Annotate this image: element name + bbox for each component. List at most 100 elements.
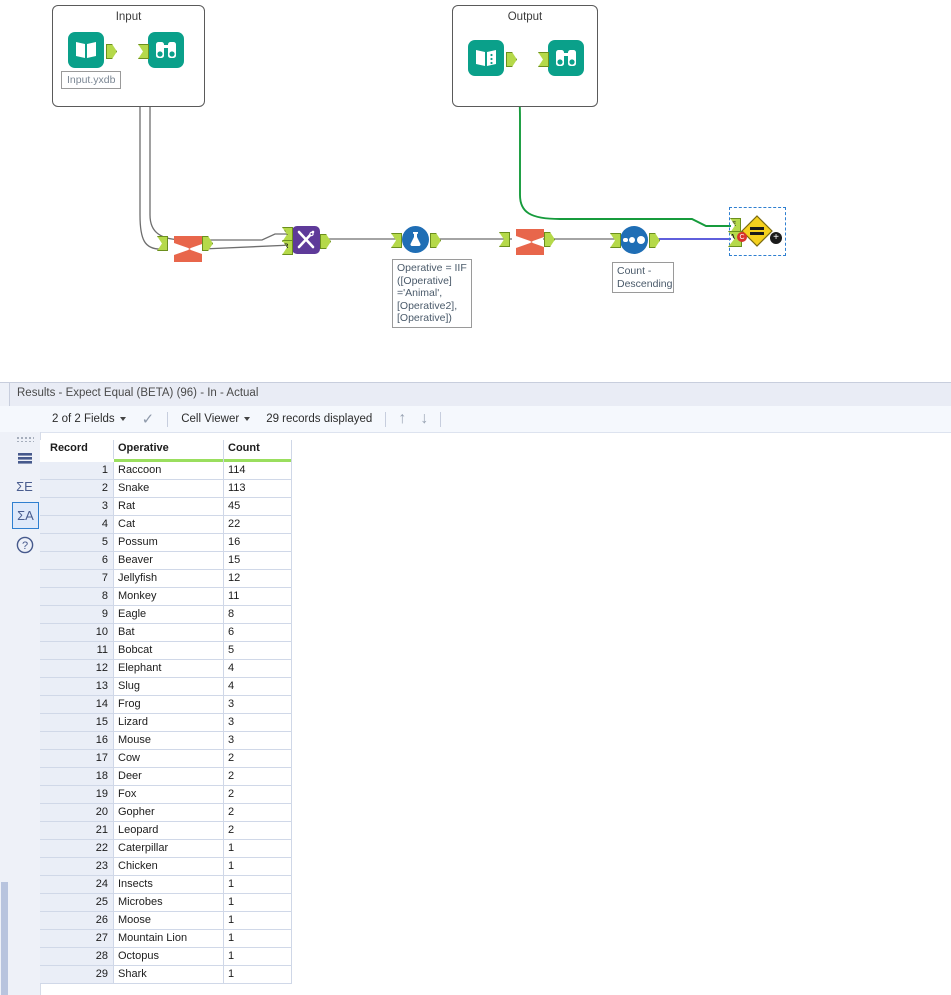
cell-count[interactable]: 16 [224, 534, 292, 552]
tool-summarize-2[interactable] [499, 224, 555, 260]
table-row[interactable]: 8 Monkey 11 [40, 588, 292, 606]
table-row[interactable]: 27 Mountain Lion 1 [40, 930, 292, 948]
cell-count[interactable]: 2 [224, 786, 292, 804]
table-row[interactable]: 22 Caterpillar 1 [40, 840, 292, 858]
tool-formula[interactable] [391, 226, 441, 253]
cell-record[interactable]: 16 [40, 732, 114, 750]
cell-operative[interactable]: Shark [114, 966, 224, 984]
cell-count[interactable]: 3 [224, 732, 292, 750]
cell-record[interactable]: 2 [40, 480, 114, 498]
cell-operative[interactable]: Mountain Lion [114, 930, 224, 948]
cell-record[interactable]: 28 [40, 948, 114, 966]
cell-operative[interactable]: Monkey [114, 588, 224, 606]
arrow-down-icon[interactable]: ↓ [413, 411, 435, 427]
rail-grip[interactable] [16, 436, 34, 442]
cell-record[interactable]: 26 [40, 912, 114, 930]
cell-operative[interactable]: Raccoon [114, 462, 224, 480]
cell-operative[interactable]: Snake [114, 480, 224, 498]
cell-record[interactable]: 19 [40, 786, 114, 804]
cell-operative[interactable]: Eagle [114, 606, 224, 624]
cell-count[interactable]: 4 [224, 660, 292, 678]
cell-count[interactable]: 2 [224, 804, 292, 822]
cell-record[interactable]: 3 [40, 498, 114, 516]
tool-browse-output[interactable] [538, 40, 584, 76]
table-row[interactable]: 20 Gopher 2 [40, 804, 292, 822]
cell-count[interactable]: 1 [224, 948, 292, 966]
fields-selector[interactable]: 2 of 2 Fields [44, 406, 134, 432]
cell-count[interactable]: 5 [224, 642, 292, 660]
tool-summarize-1[interactable] [157, 231, 213, 267]
table-row[interactable]: 6 Beaver 15 [40, 552, 292, 570]
cell-operative[interactable]: Bat [114, 624, 224, 642]
tool-input-data[interactable] [68, 32, 117, 68]
cell-count[interactable]: 11 [224, 588, 292, 606]
cell-record[interactable]: 20 [40, 804, 114, 822]
table-row[interactable]: 7 Jellyfish 12 [40, 570, 292, 588]
table-row[interactable]: 17 Cow 2 [40, 750, 292, 768]
table-row[interactable]: 28 Octopus 1 [40, 948, 292, 966]
cell-record[interactable]: 4 [40, 516, 114, 534]
cell-record[interactable]: 13 [40, 678, 114, 696]
rail-item-help[interactable]: ? [12, 532, 37, 557]
column-header-operative[interactable]: Operative [114, 440, 224, 459]
cell-operative[interactable]: Chicken [114, 858, 224, 876]
cell-record[interactable]: 11 [40, 642, 114, 660]
tool-text-input[interactable] [468, 40, 517, 76]
cell-record[interactable]: 12 [40, 660, 114, 678]
cell-operative[interactable]: Mouse [114, 732, 224, 750]
table-row[interactable]: 1 Raccoon 114 [40, 462, 292, 480]
cell-count[interactable]: 113 [224, 480, 292, 498]
cell-count[interactable]: 2 [224, 768, 292, 786]
cell-operative[interactable]: Elephant [114, 660, 224, 678]
cell-operative[interactable]: Moose [114, 912, 224, 930]
cell-count[interactable]: 2 [224, 750, 292, 768]
cell-record[interactable]: 14 [40, 696, 114, 714]
table-row[interactable]: 21 Leopard 2 [40, 822, 292, 840]
apply-fields-button[interactable]: ✓ [134, 406, 163, 432]
cell-operative[interactable]: Beaver [114, 552, 224, 570]
cell-count[interactable]: 1 [224, 894, 292, 912]
table-row[interactable]: 3 Rat 45 [40, 498, 292, 516]
table-row[interactable]: 29 Shark 1 [40, 966, 292, 984]
cell-count[interactable]: 1 [224, 876, 292, 894]
table-row[interactable]: 25 Microbes 1 [40, 894, 292, 912]
cell-count[interactable]: 45 [224, 498, 292, 516]
table-row[interactable]: 5 Possum 16 [40, 534, 292, 552]
cell-count[interactable]: 22 [224, 516, 292, 534]
scrollbar-thumb[interactable] [1, 882, 8, 995]
cell-operative[interactable]: Caterpillar [114, 840, 224, 858]
table-row[interactable]: 18 Deer 2 [40, 768, 292, 786]
cell-record[interactable]: 9 [40, 606, 114, 624]
table-row[interactable]: 16 Mouse 3 [40, 732, 292, 750]
cell-operative[interactable]: Bobcat [114, 642, 224, 660]
table-row[interactable]: 4 Cat 22 [40, 516, 292, 534]
cell-record[interactable]: 25 [40, 894, 114, 912]
cell-record[interactable]: 10 [40, 624, 114, 642]
table-row[interactable]: 23 Chicken 1 [40, 858, 292, 876]
cell-count[interactable]: 8 [224, 606, 292, 624]
cell-record[interactable]: 5 [40, 534, 114, 552]
cell-record[interactable]: 22 [40, 840, 114, 858]
table-row[interactable]: 12 Elephant 4 [40, 660, 292, 678]
cell-count[interactable]: 3 [224, 714, 292, 732]
cell-operative[interactable]: Insects [114, 876, 224, 894]
cell-count[interactable]: 1 [224, 966, 292, 984]
tool-browse-input[interactable] [138, 32, 184, 68]
cell-count[interactable]: 114 [224, 462, 292, 480]
results-table[interactable]: Record Operative Count 1 Raccoon 114 2 Snake… [40, 440, 292, 984]
cell-count[interactable]: 2 [224, 822, 292, 840]
cell-operative[interactable]: Cat [114, 516, 224, 534]
cell-record[interactable]: 15 [40, 714, 114, 732]
cell-record[interactable]: 21 [40, 822, 114, 840]
cell-operative[interactable]: Microbes [114, 894, 224, 912]
cell-operative[interactable]: Slug [114, 678, 224, 696]
tool-expect-equal[interactable]: E A C + [728, 214, 782, 248]
table-row[interactable]: 10 Bat 6 [40, 624, 292, 642]
cell-record[interactable]: 29 [40, 966, 114, 984]
cell-count[interactable]: 3 [224, 696, 292, 714]
cell-viewer-selector[interactable]: Cell Viewer [173, 406, 258, 432]
cell-count[interactable]: 1 [224, 930, 292, 948]
results-left-scrollbar[interactable] [0, 432, 9, 995]
arrow-up-icon[interactable]: ↑ [391, 411, 413, 427]
cell-operative[interactable]: Cow [114, 750, 224, 768]
